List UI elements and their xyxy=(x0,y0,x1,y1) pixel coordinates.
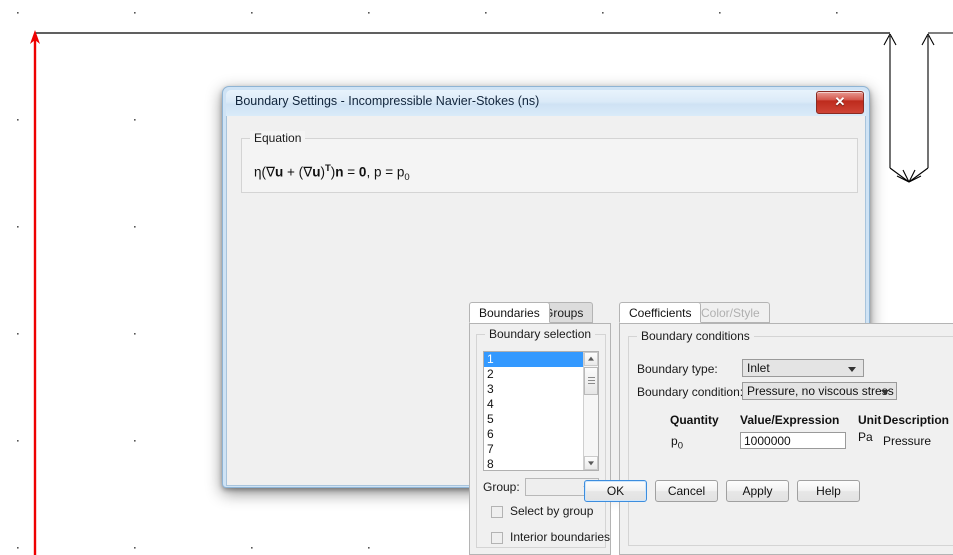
value-expression-value: 1000000 xyxy=(744,434,791,448)
chevron-down-icon xyxy=(848,367,856,372)
equation-expression: η(∇u + (∇u)T)n = 0, p = p0 xyxy=(254,163,410,184)
left-tabstrip: Boundaries Groups xyxy=(469,302,614,323)
boundaries-panel: Boundary selection 1 2 3 4 5 6 7 8 Group… xyxy=(469,323,611,555)
column-header-quantity: Quantity xyxy=(670,413,719,427)
column-header-value: Value/Expression xyxy=(740,413,840,427)
eq-p0-sub: 0 xyxy=(404,172,410,184)
boundary-condition-value: Pressure, no viscous stress xyxy=(747,384,894,398)
list-item[interactable]: 1 xyxy=(484,352,583,367)
boundary-type-dropdown[interactable]: Inlet xyxy=(742,359,864,377)
checkbox-icon[interactable] xyxy=(491,532,503,544)
row-quantity-base: p xyxy=(671,434,678,448)
boundary-selection-groupbox: Boundary selection 1 2 3 4 5 6 7 8 Group… xyxy=(476,327,610,548)
scrollbar-grip-icon xyxy=(588,377,595,378)
right-tabstrip: Coefficients Color/Style xyxy=(619,302,799,323)
equation-groupbox: Equation η(∇u + (∇u)T)n = 0, p = p0 xyxy=(241,131,858,193)
eq-nabla-2: ∇ xyxy=(303,164,313,180)
list-item[interactable]: 6 xyxy=(484,427,583,442)
ok-button[interactable]: OK xyxy=(584,480,647,502)
tab-color-style: Color/Style xyxy=(691,302,770,323)
close-icon: ✕ xyxy=(834,94,846,109)
group-label: Group: xyxy=(483,480,520,494)
scroll-down-icon[interactable] xyxy=(584,456,598,470)
row-quantity: p0 xyxy=(671,434,683,451)
eq-nabla-1: ∇ xyxy=(266,164,276,180)
list-item[interactable]: 7 xyxy=(484,442,583,457)
interior-boundaries-label: Interior boundaries xyxy=(510,530,611,544)
chevron-down-icon xyxy=(881,390,889,395)
apply-button[interactable]: Apply xyxy=(726,480,789,502)
boundary-settings-dialog: Boundary Settings - Incompressible Navie… xyxy=(222,86,953,555)
value-expression-input[interactable]: 1000000 xyxy=(740,432,846,449)
list-item[interactable]: 4 xyxy=(484,397,583,412)
listbox-scrollbar[interactable] xyxy=(583,352,598,470)
list-item[interactable]: 8 xyxy=(484,457,583,470)
coefficients-panel: Boundary conditions Boundary type: Inlet… xyxy=(619,323,953,555)
list-item[interactable]: 2 xyxy=(484,367,583,382)
boundary-listbox[interactable]: 1 2 3 4 5 6 7 8 xyxy=(483,351,599,471)
boundary-list-items: 1 2 3 4 5 6 7 8 xyxy=(484,352,583,470)
row-quantity-sub: 0 xyxy=(677,440,683,452)
column-header-description: Description xyxy=(883,413,950,427)
dialog-title: Boundary Settings - Incompressible Navie… xyxy=(235,94,540,108)
list-item[interactable]: 3 xyxy=(484,382,583,397)
dialog-titlebar[interactable]: Boundary Settings - Incompressible Navie… xyxy=(226,90,866,116)
checkbox-icon[interactable] xyxy=(491,506,503,518)
boundary-type-label: Boundary type: xyxy=(637,362,718,376)
scrollbar-thumb[interactable] xyxy=(584,367,598,395)
eq-eta: η xyxy=(254,164,262,180)
cancel-button[interactable]: Cancel xyxy=(655,480,718,502)
list-item[interactable]: 5 xyxy=(484,412,583,427)
eq-n: n xyxy=(335,164,344,180)
boundary-type-value: Inlet xyxy=(747,361,770,375)
boundary-condition-label: Boundary condition: xyxy=(637,385,744,399)
boundary-condition-dropdown[interactable]: Pressure, no viscous stress xyxy=(742,382,897,400)
scroll-up-icon[interactable] xyxy=(584,352,598,366)
tab-boundaries[interactable]: Boundaries xyxy=(469,302,550,323)
column-header-unit: Unit xyxy=(858,413,882,427)
close-button[interactable]: ✕ xyxy=(816,91,864,114)
boundary-conditions-groupbox: Boundary conditions Boundary type: Inlet… xyxy=(628,329,953,546)
dialog-body: Equation η(∇u + (∇u)T)n = 0, p = p0 Boun… xyxy=(226,116,953,555)
equation-legend: Equation xyxy=(250,131,306,145)
boundary-conditions-legend: Boundary conditions xyxy=(637,329,754,343)
select-by-group-label: Select by group xyxy=(510,504,594,518)
tab-coefficients[interactable]: Coefficients xyxy=(619,302,702,323)
help-button[interactable]: Help xyxy=(797,480,860,502)
boundary-selection-legend: Boundary selection xyxy=(485,327,596,341)
row-description: Pressure xyxy=(883,434,932,448)
row-unit: Pa xyxy=(858,430,873,444)
